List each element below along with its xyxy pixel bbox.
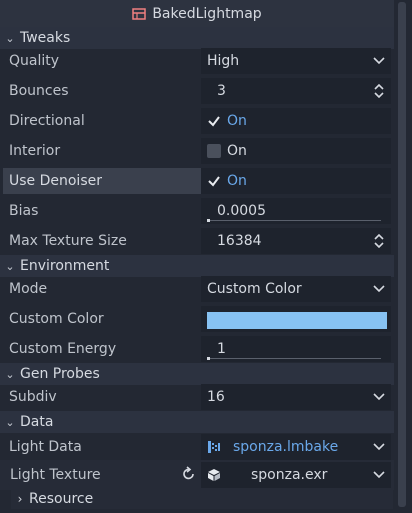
- slider-grabber[interactable]: [207, 357, 210, 360]
- property-label: Use Denoiser: [3, 168, 201, 194]
- spin-arrows-icon[interactable]: [373, 78, 385, 104]
- inspector-title-bar: BakedLightmap: [0, 0, 394, 27]
- resource-subsection[interactable]: › Resource: [11, 489, 393, 509]
- mode-dropdown[interactable]: Custom Color: [201, 276, 391, 302]
- revert-icon[interactable]: [181, 466, 197, 482]
- property-max-texture-size: Max Texture Size 16384: [0, 226, 394, 256]
- texture-cube-icon: [208, 469, 220, 481]
- scrollbar-thumb[interactable]: [398, 2, 406, 507]
- section-title: Environment: [20, 258, 110, 274]
- bounces-spinbox[interactable]: 3: [201, 78, 391, 104]
- property-bias: Bias 0.0005: [0, 196, 394, 226]
- unchecked-box-icon: [207, 144, 221, 158]
- property-mode: Mode Custom Color: [0, 274, 394, 304]
- chevron-down-icon: ⌄: [5, 415, 15, 429]
- quality-dropdown[interactable]: High: [201, 48, 391, 74]
- property-label: Max Texture Size: [9, 233, 127, 249]
- property-label: Interior: [9, 143, 61, 159]
- inspector-panel: BakedLightmap ⌄ Tweaks Quality High Boun…: [0, 0, 412, 513]
- slider-track[interactable]: [207, 358, 381, 359]
- property-subdiv: Subdiv 16: [0, 382, 394, 412]
- property-use-denoiser: Use Denoiser On: [0, 166, 394, 196]
- checkmark-icon: [207, 174, 221, 188]
- slider-track[interactable]: [207, 220, 381, 221]
- checkmark-icon: [207, 114, 221, 128]
- property-directional: Directional On: [0, 106, 394, 136]
- chevron-right-icon: ›: [17, 492, 23, 506]
- property-label: Light Data: [9, 439, 82, 455]
- property-label: Custom Color: [9, 311, 104, 327]
- baked-lightmap-icon: [132, 7, 147, 20]
- property-label: Directional: [9, 113, 85, 129]
- slider-value: 0.0005: [217, 203, 266, 219]
- checkbox-text: On: [227, 113, 247, 129]
- dropdown-value: Custom Color: [207, 281, 302, 297]
- property-interior: Interior On: [0, 136, 394, 166]
- lightmap-data-icon: [208, 441, 220, 453]
- directional-checkbox[interactable]: On: [201, 108, 391, 134]
- spinbox-value: 3: [217, 83, 226, 99]
- property-bounces: Bounces 3: [0, 76, 394, 106]
- max-texture-size-spinbox[interactable]: 16384: [201, 228, 391, 254]
- property-label: Quality: [9, 53, 60, 69]
- custom-energy-slider-field[interactable]: 1: [201, 336, 391, 362]
- resource-name: sponza.exr: [251, 467, 328, 483]
- slider-grabber[interactable]: [207, 219, 210, 222]
- property-label: Light Texture: [10, 467, 101, 483]
- chevron-down-icon: [373, 276, 385, 302]
- interior-checkbox[interactable]: On: [201, 138, 391, 164]
- resource-subsection-title: Resource: [29, 491, 94, 507]
- custom-color-picker[interactable]: [201, 306, 391, 332]
- bias-slider-field[interactable]: 0.0005: [201, 198, 391, 224]
- chevron-down-icon: [373, 48, 385, 74]
- section-title: Gen Probes: [20, 366, 100, 382]
- checkbox-text: On: [227, 173, 247, 189]
- resource-name: sponza.lmbake: [233, 439, 339, 455]
- light-texture-resource-picker[interactable]: sponza.exr: [201, 462, 391, 488]
- property-label: Bias: [9, 203, 39, 219]
- chevron-down-icon: ⌄: [5, 31, 15, 45]
- chevron-down-icon: ⌄: [5, 259, 15, 273]
- property-light-data: Light Data sponza.lmbake: [0, 432, 394, 462]
- property-label: Mode: [9, 281, 48, 297]
- use-denoiser-checkbox[interactable]: On: [201, 168, 391, 194]
- chevron-down-icon: [373, 384, 385, 410]
- chevron-down-icon: ⌄: [5, 367, 15, 381]
- property-label: Bounces: [9, 83, 69, 99]
- section-data[interactable]: ⌄ Data: [0, 411, 394, 433]
- property-label: Custom Energy: [9, 341, 117, 357]
- color-swatch[interactable]: [207, 312, 387, 329]
- light-data-resource-picker[interactable]: sponza.lmbake: [201, 434, 391, 460]
- spinbox-value: 16384: [217, 233, 262, 249]
- subdiv-dropdown[interactable]: 16: [201, 384, 391, 410]
- checkbox-text: On: [227, 143, 247, 159]
- section-title: Data: [20, 414, 54, 430]
- spin-arrows-icon[interactable]: [373, 228, 385, 254]
- chevron-down-icon: [373, 462, 385, 488]
- inspector-title: BakedLightmap: [152, 5, 262, 22]
- dropdown-value: 16: [207, 389, 225, 405]
- slider-value: 1: [217, 341, 226, 357]
- dropdown-value: High: [207, 53, 240, 69]
- property-label: Subdiv: [9, 389, 57, 405]
- section-title: Tweaks: [20, 30, 71, 46]
- property-light-texture: Light Texture sponza.exr: [0, 460, 394, 490]
- chevron-down-icon: [373, 434, 385, 460]
- property-custom-color: Custom Color: [0, 304, 394, 334]
- property-quality: Quality High: [0, 46, 394, 76]
- property-custom-energy: Custom Energy 1: [0, 334, 394, 364]
